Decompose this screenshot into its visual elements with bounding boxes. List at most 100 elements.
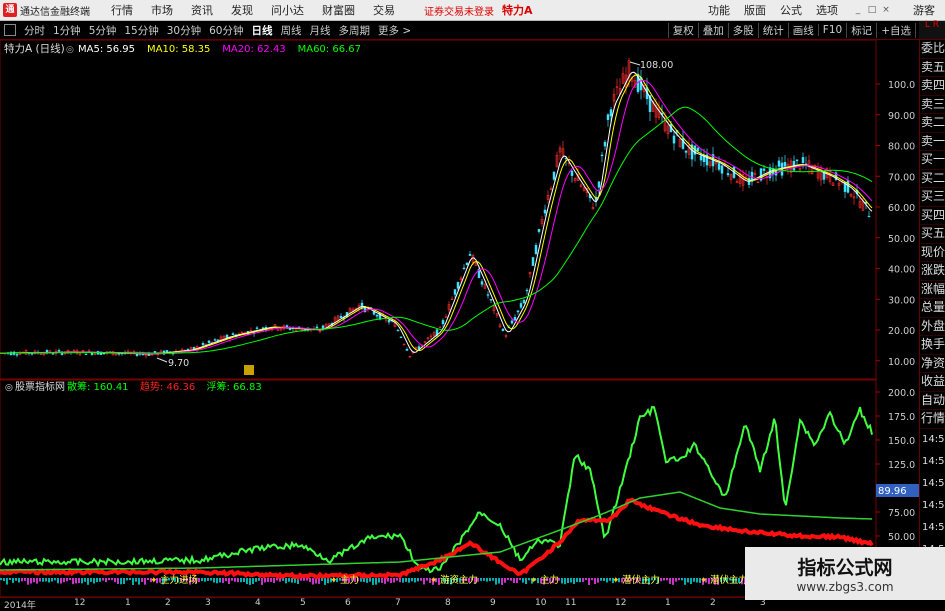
watermark-url: www.zbgs3.com xyxy=(796,580,894,594)
indicator-bar xyxy=(600,578,602,581)
overlay-button[interactable]: 叠加 xyxy=(697,22,728,38)
indicator-bar xyxy=(21,578,23,582)
indicator-bar xyxy=(594,578,596,585)
add-watchlist-button[interactable]: +自选 xyxy=(876,22,915,38)
sidebar-item[interactable]: 总量 xyxy=(920,299,945,318)
f10-button[interactable]: F10 xyxy=(817,24,846,36)
menu-item-discover[interactable]: 发现 xyxy=(231,2,253,18)
sidebar-item[interactable]: 行情 xyxy=(920,410,945,429)
indicator-bar xyxy=(114,578,116,583)
indicator-bar xyxy=(666,578,668,581)
menu-item-functions[interactable]: 功能 xyxy=(708,2,730,18)
indicator-bar xyxy=(201,578,203,582)
sidebar-item[interactable]: 卖三 xyxy=(920,96,945,114)
draw-line-button[interactable]: 画线 xyxy=(787,22,818,38)
period-daily[interactable]: 日线 xyxy=(252,23,273,38)
period-60min[interactable]: 60分钟 xyxy=(209,23,243,38)
sidebar-item[interactable]: 净资 xyxy=(920,355,945,373)
sidebar-item[interactable]: 卖二 xyxy=(920,114,945,133)
guest-label[interactable]: 游客 xyxy=(913,2,935,18)
candle-body xyxy=(570,170,574,176)
indicator-y-tick-label: 50.00 xyxy=(888,532,915,543)
main-y-tick-label: 40.00 xyxy=(888,265,915,276)
indicator-bar xyxy=(225,578,227,582)
candle-body xyxy=(513,316,517,321)
sidebar-item[interactable]: 换手 xyxy=(920,336,945,355)
indicator-bar xyxy=(252,578,254,585)
menu-item-formula[interactable]: 公式 xyxy=(780,2,802,18)
sidebar-item[interactable]: 涨幅 xyxy=(920,281,945,299)
sidebar-item[interactable]: 委比 xyxy=(920,40,945,59)
indicator-bar xyxy=(390,578,392,583)
sidebar-item[interactable]: 买三 xyxy=(920,188,945,207)
candle-body xyxy=(600,154,604,157)
watermark-title: 指标公式网 xyxy=(797,557,893,579)
multi-stock-button[interactable]: 多股 xyxy=(727,22,758,38)
date-tick-label: 12 xyxy=(74,598,86,608)
indicator-bar xyxy=(63,578,65,583)
menu-item-layout[interactable]: 版面 xyxy=(744,2,766,18)
menu-item-options[interactable]: 选项 xyxy=(816,2,838,18)
candle-body xyxy=(684,150,688,153)
sidebar-item[interactable]: 卖一 xyxy=(920,133,945,151)
period-multi[interactable]: 多周期 xyxy=(339,23,371,38)
candle-body xyxy=(672,135,676,144)
indicator-bar xyxy=(60,578,62,584)
indicator-bar xyxy=(408,578,410,583)
menu-item-trade[interactable]: 交易 xyxy=(373,2,395,18)
sidebar-item[interactable]: 外盘 xyxy=(920,318,945,336)
sidebar-item[interactable]: 卖四 xyxy=(920,77,945,96)
period-15min[interactable]: 15分钟 xyxy=(124,23,158,38)
kline-chart[interactable]: 特力A (日线) ◎ MA5: 56.95 MA10: 58.35 MA20: 62.… xyxy=(0,40,919,597)
indicator-bar xyxy=(117,578,119,584)
indicator-bar xyxy=(288,578,290,582)
period-weekly[interactable]: 周线 xyxy=(281,23,302,38)
minimize-icon[interactable]: _ xyxy=(852,4,864,16)
indicator-bar xyxy=(363,578,365,582)
sidebar-item[interactable]: 买二 xyxy=(920,170,945,188)
login-notice[interactable]: 证券交易未登录 xyxy=(424,3,494,18)
menu-item-market[interactable]: 市场 xyxy=(151,2,173,18)
indicator-bar xyxy=(81,578,83,584)
menu-item-assistant[interactable]: 问小达 xyxy=(271,2,304,18)
period-more[interactable]: 更多 > xyxy=(378,23,411,38)
maximize-icon[interactable]: □ xyxy=(866,4,878,16)
sidebar-item[interactable]: 现价 xyxy=(920,244,945,262)
mark-button[interactable]: 标记 xyxy=(846,22,876,38)
period-monthly[interactable]: 月线 xyxy=(310,23,331,38)
sidebar-item[interactable]: 买一 xyxy=(920,151,945,170)
period-1min[interactable]: 1分钟 xyxy=(53,23,81,38)
restore-rights-button[interactable]: 复权 xyxy=(667,22,698,38)
statistics-button[interactable]: 统计 xyxy=(757,22,788,38)
candle-body xyxy=(453,289,457,295)
sidebar-item[interactable]: 买五 xyxy=(920,225,945,244)
panel-toggle-icon[interactable] xyxy=(4,24,16,36)
candle-body xyxy=(231,333,235,336)
candle-body xyxy=(315,326,319,329)
candle-body xyxy=(519,303,523,308)
menu-item-news[interactable]: 资讯 xyxy=(191,2,213,18)
period-5min[interactable]: 5分钟 xyxy=(89,23,117,38)
sidebar-item[interactable]: 买四 xyxy=(920,207,945,225)
sidebar-item[interactable]: 涨跌 xyxy=(920,262,945,281)
moving-average-lines xyxy=(0,71,873,355)
indicator-bar xyxy=(585,578,587,581)
indicator-bar xyxy=(57,578,59,584)
menu-item-wealth[interactable]: 财富圈 xyxy=(322,2,355,18)
indicator-bar xyxy=(111,578,113,581)
indicator-bar xyxy=(84,578,86,582)
menu-item-quotes[interactable]: 行情 xyxy=(111,2,133,18)
candle-body xyxy=(783,162,787,167)
period-30min[interactable]: 30分钟 xyxy=(167,23,201,38)
sidebar-item[interactable]: 自动 xyxy=(920,392,945,410)
sidebar-item[interactable]: 收益 xyxy=(920,373,945,392)
period-tick[interactable]: 分时 xyxy=(24,23,45,38)
indicator-lines: 主力进场✦ 主力✦ 游资主力✦ 主力✦ 潜伏主力✦ 潜伏主力✦ xyxy=(0,406,874,586)
indicator-bar xyxy=(669,578,671,584)
candle-body xyxy=(606,114,610,120)
sidebar-item[interactable]: 卖五 xyxy=(920,59,945,77)
candle-body xyxy=(192,346,196,350)
close-icon[interactable]: × xyxy=(880,4,892,16)
indicator-annotation: 主力进场 xyxy=(160,574,198,586)
event-marker-icon[interactable] xyxy=(244,365,254,375)
